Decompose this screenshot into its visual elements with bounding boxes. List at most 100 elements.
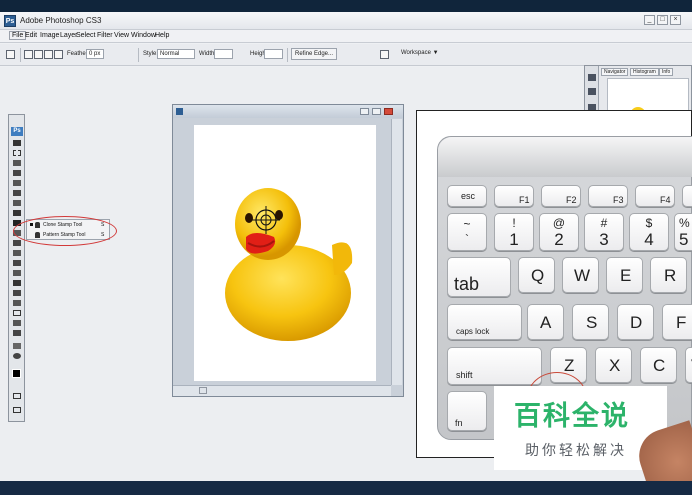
workspace-menu[interactable]: Workspace ▼ bbox=[398, 48, 442, 60]
width-field[interactable] bbox=[214, 49, 233, 59]
quick-mask-icon[interactable] bbox=[13, 393, 21, 399]
pen-tool-icon[interactable] bbox=[13, 280, 21, 286]
document-title-bar[interactable] bbox=[173, 105, 403, 118]
document-vertical-scrollbar[interactable] bbox=[391, 119, 402, 385]
height-field[interactable] bbox=[264, 49, 283, 59]
options-separator bbox=[20, 48, 21, 62]
status-bar-icon[interactable] bbox=[199, 387, 207, 394]
panel-dock-icon[interactable] bbox=[588, 74, 596, 81]
marquee-tool-icon[interactable] bbox=[6, 50, 15, 59]
hand-tool-icon[interactable] bbox=[13, 343, 21, 349]
tab-navigator[interactable]: Navigator bbox=[601, 68, 629, 76]
menu-file[interactable]: File bbox=[9, 31, 27, 40]
document-icon bbox=[176, 108, 183, 115]
menu-select[interactable]: Select bbox=[76, 32, 95, 39]
maximize-button[interactable]: □ bbox=[657, 15, 668, 25]
key-f3: F3 bbox=[588, 185, 628, 207]
new-selection-icon[interactable] bbox=[24, 50, 33, 59]
document-close-button[interactable] bbox=[384, 108, 393, 115]
foreground-color-swatch[interactable] bbox=[12, 369, 21, 378]
key-f4: F4 bbox=[635, 185, 675, 207]
key-x: X bbox=[595, 347, 632, 383]
notes-tool-icon[interactable] bbox=[13, 320, 21, 326]
monitor-bottom-bezel bbox=[0, 481, 692, 495]
refine-edge-button[interactable]: Refine Edge... bbox=[291, 48, 338, 60]
key-fn: fn bbox=[447, 391, 487, 431]
title-bar: Ps Adobe Photoshop CS3 _ □ × bbox=[0, 12, 692, 30]
add-selection-icon[interactable] bbox=[34, 50, 43, 59]
tab-info[interactable]: Info bbox=[659, 68, 674, 76]
menu-filter[interactable]: Filter bbox=[97, 32, 113, 39]
menu-image[interactable]: Image bbox=[40, 32, 59, 39]
palette-well-icon[interactable] bbox=[380, 50, 389, 59]
key-f2: F2 bbox=[541, 185, 581, 207]
type-tool-icon[interactable] bbox=[13, 290, 21, 296]
options-separator bbox=[138, 48, 139, 62]
key-caps-lock: caps lock bbox=[447, 304, 522, 340]
key-3: # 3 bbox=[584, 213, 624, 251]
subtract-selection-icon[interactable] bbox=[44, 50, 53, 59]
menu-bar: File Edit Image Layer Select Filter View… bbox=[0, 30, 692, 43]
document-minimize-button[interactable] bbox=[360, 108, 369, 115]
options-separator bbox=[287, 48, 288, 62]
document-maximize-button[interactable] bbox=[372, 108, 381, 115]
healing-brush-tool-icon[interactable] bbox=[13, 200, 21, 206]
key-f1: F1 bbox=[494, 185, 534, 207]
app-title: Adobe Photoshop CS3 bbox=[20, 16, 102, 25]
eyedropper-tool-icon[interactable] bbox=[13, 330, 21, 336]
watermark-subtitle: 助你轻松解决 bbox=[525, 443, 627, 459]
path-selection-tool-icon[interactable] bbox=[13, 300, 21, 306]
key-esc: esc bbox=[447, 185, 487, 207]
key-e: E bbox=[606, 257, 643, 293]
key-a: A bbox=[527, 304, 564, 340]
screen-mode-icon[interactable] bbox=[13, 407, 21, 413]
menu-view[interactable]: View bbox=[114, 32, 129, 39]
blur-tool-icon[interactable] bbox=[13, 260, 21, 266]
tab-histogram[interactable]: Histogram bbox=[630, 68, 659, 76]
shape-tool-icon[interactable] bbox=[13, 310, 21, 316]
key-s: S bbox=[572, 304, 609, 340]
panel-dock-icon[interactable] bbox=[588, 88, 596, 95]
magic-wand-tool-icon[interactable] bbox=[13, 170, 21, 176]
minimize-button[interactable]: _ bbox=[644, 15, 655, 25]
menu-window[interactable]: Window bbox=[131, 32, 156, 39]
menu-help[interactable]: Help bbox=[155, 32, 169, 39]
crop-tool-icon[interactable] bbox=[13, 180, 21, 186]
brush-tool-icon[interactable] bbox=[13, 210, 21, 216]
marquee-tool-icon[interactable] bbox=[13, 150, 21, 156]
watermark-title: 百科全说 bbox=[514, 401, 630, 432]
photoshop-logo-icon: Ps bbox=[4, 15, 16, 27]
close-button[interactable]: × bbox=[670, 15, 681, 25]
eraser-tool-icon[interactable] bbox=[13, 240, 21, 246]
key-tilde: ~ ` bbox=[447, 213, 487, 251]
zoom-tool-icon[interactable] bbox=[13, 353, 21, 359]
key-2: @ 2 bbox=[539, 213, 579, 251]
gradient-tool-icon[interactable] bbox=[13, 250, 21, 256]
monitor-top-bezel bbox=[0, 0, 692, 12]
toolbox-logo-icon: Ps bbox=[11, 127, 23, 136]
document-canvas[interactable] bbox=[194, 125, 376, 381]
key-c: C bbox=[640, 347, 677, 383]
key-f: F bbox=[662, 304, 692, 340]
toolbox: Ps bbox=[8, 114, 25, 422]
highlight-ellipse bbox=[13, 216, 117, 246]
move-tool-icon[interactable] bbox=[13, 140, 21, 146]
screen: Ps Adobe Photoshop CS3 _ □ × File Edit I… bbox=[0, 0, 692, 495]
menu-edit[interactable]: Edit bbox=[25, 32, 37, 39]
dodge-tool-icon[interactable] bbox=[13, 270, 21, 276]
key-r: R bbox=[650, 257, 687, 293]
key-v: V bbox=[685, 347, 692, 383]
menu-layer[interactable]: Layer bbox=[60, 32, 78, 39]
key-f5 bbox=[682, 185, 692, 207]
options-bar: Feather: 0 px Style: Normal Width: Heigh… bbox=[0, 44, 692, 66]
document-window bbox=[172, 104, 404, 397]
lasso-tool-icon[interactable] bbox=[13, 160, 21, 166]
style-label: Style: bbox=[143, 51, 159, 57]
feather-field[interactable]: 0 px bbox=[86, 49, 104, 59]
slice-tool-icon[interactable] bbox=[13, 190, 21, 196]
style-select[interactable]: Normal bbox=[157, 49, 195, 59]
document-horizontal-scrollbar[interactable] bbox=[173, 385, 391, 396]
key-q: Q bbox=[518, 257, 555, 293]
intersect-selection-icon[interactable] bbox=[54, 50, 63, 59]
key-5: % 5 bbox=[674, 213, 692, 251]
